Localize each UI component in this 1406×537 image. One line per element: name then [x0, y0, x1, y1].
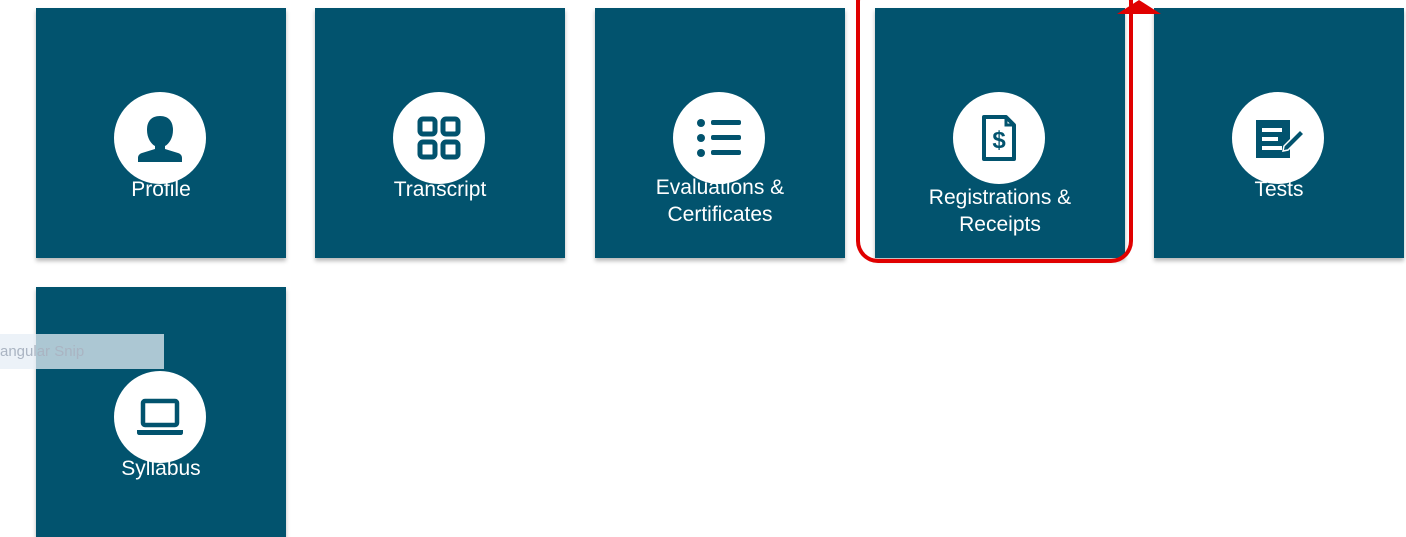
list-icon [673, 92, 765, 184]
tile-profile-label: Profile [131, 178, 191, 201]
tile-transcript-label: Transcript [393, 178, 487, 201]
receipt-dollar-icon: $ [953, 92, 1045, 184]
tile-transcript[interactable]: Transcript [315, 8, 565, 258]
user-icon [114, 92, 206, 184]
tile-registrations-label-line2: Receipts [959, 213, 1041, 236]
svg-text:$: $ [992, 127, 1006, 154]
test-paper-icon [1232, 92, 1324, 184]
tile-evaluations-label-line1: Evaluations & [655, 176, 785, 199]
tile-evaluations-label: Evaluations & Certificates [595, 174, 845, 228]
tile-syllabus-label: Syllabus [121, 457, 201, 480]
tile-tests[interactable]: Tests [1154, 8, 1404, 258]
tile-evaluations-certificates[interactable]: Evaluations & Certificates [595, 8, 845, 258]
grid-icon [393, 92, 485, 184]
tile-tests-label: Tests [1254, 178, 1304, 201]
tile-syllabus[interactable]: Syllabus [36, 287, 286, 537]
tile-registrations-label-line1: Registrations & [928, 186, 1072, 209]
tile-profile[interactable]: Profile [36, 8, 286, 258]
tile-evaluations-label-line2: Certificates [667, 203, 773, 226]
tile-registrations-label: Registrations & Receipts [875, 184, 1125, 238]
laptop-icon [114, 371, 206, 463]
tile-registrations-receipts[interactable]: $ Registrations & Receipts [875, 8, 1125, 258]
